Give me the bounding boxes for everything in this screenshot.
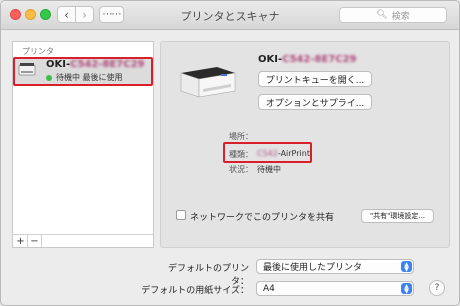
status-dot [46,74,52,81]
open-print-queue-button[interactable]: プリントキューを開く... [258,71,372,87]
sharing-preferences-button[interactable]: "共有"環境設定... [361,209,434,223]
printer-icon [18,63,36,76]
default-printer-popup[interactable]: 最後に使用したプリンタ ▲ ▼ [256,259,414,274]
chevron-updown-icon: ▲ ▼ [401,261,412,272]
remove-printer-button[interactable]: − [28,235,42,247]
search-field[interactable]: 🔍︎ 検索 [339,7,447,23]
default-paper-popup[interactable]: A4 ▲ ▼ [256,281,414,296]
search-icon: 🔍︎ [376,10,388,20]
default-paper-value: A4 [263,283,275,294]
kind-label: 種類： [229,150,253,159]
location-label: 場所： [229,132,253,141]
printer-name: OKI-C542-8E7C29 [258,54,357,65]
printer-list-item-status: 待機中 最後に使用 [46,72,123,83]
status-value: 待機中 [257,165,281,174]
printer-image [180,67,236,98]
help-button[interactable]: ? [429,280,445,296]
default-printer-value: 最後に使用したプリンタ [263,263,363,273]
default-paper-label: デフォルトの用紙サイズ： [141,286,249,296]
add-printer-button[interactable]: + [14,235,28,247]
title-bar: ‹ › ⋯⋯ プリンタとスキャナ 🔍︎ 検索 [1,1,459,30]
search-placeholder: 検索 [391,11,410,22]
status-label: 状況： [229,165,253,174]
options-supplies-button[interactable]: オプションとサプライ... [258,94,372,110]
printer-list-item-name: OKI-C542-8E7C29 [46,59,145,70]
kind-value: C542-AirPrint [257,149,310,158]
printers-window: ‹ › ⋯⋯ プリンタとスキャナ 🔍︎ 検索 プリンタ OKI-C542-8E7… [0,0,460,306]
share-printer-label[interactable]: ネットワークでこのプリンタを共有 [190,210,334,223]
printer-list-header: プリンタ [22,47,54,56]
chevron-updown-icon: ▲ ▼ [401,283,412,294]
share-printer-checkbox[interactable] [176,210,186,220]
